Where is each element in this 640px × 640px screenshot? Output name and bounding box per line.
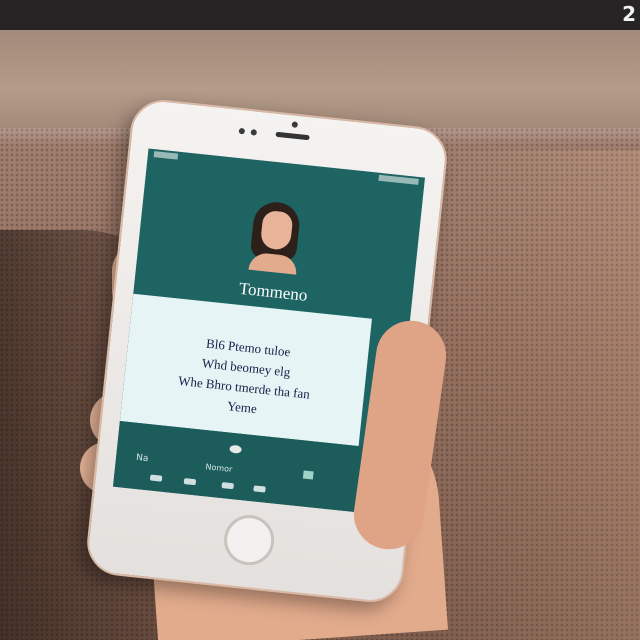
nav-left-label[interactable]: Na — [136, 453, 149, 464]
top-bar: 2 — [0, 0, 640, 30]
recents-icon[interactable] — [221, 482, 234, 490]
status-carrier — [153, 151, 179, 160]
menu-icon[interactable] — [253, 485, 266, 493]
status-bar — [147, 149, 425, 192]
nav-right-icon[interactable] — [302, 470, 314, 480]
home-icon[interactable] — [183, 478, 197, 486]
front-sensor — [250, 129, 258, 136]
phone-earpiece — [275, 131, 310, 141]
front-sensor — [238, 127, 246, 135]
sunlight-glow — [430, 150, 640, 640]
message-card[interactable]: Bl6 Ptemo tuloe Whd beomey elg Whe Bhro … — [119, 293, 372, 447]
back-icon[interactable] — [149, 474, 163, 482]
profile-avatar[interactable] — [242, 199, 309, 275]
status-indicators — [378, 174, 419, 185]
home-button[interactable] — [221, 512, 277, 568]
front-camera — [291, 121, 299, 128]
chat-bubble-icon[interactable] — [229, 444, 242, 454]
corner-glyph: 2 — [622, 2, 636, 26]
photo-scene: 2 Tommeno Bl6 Ptemo tuloe Whd beomey elg… — [0, 0, 640, 640]
nav-center-label[interactable]: Nomor — [205, 462, 233, 474]
